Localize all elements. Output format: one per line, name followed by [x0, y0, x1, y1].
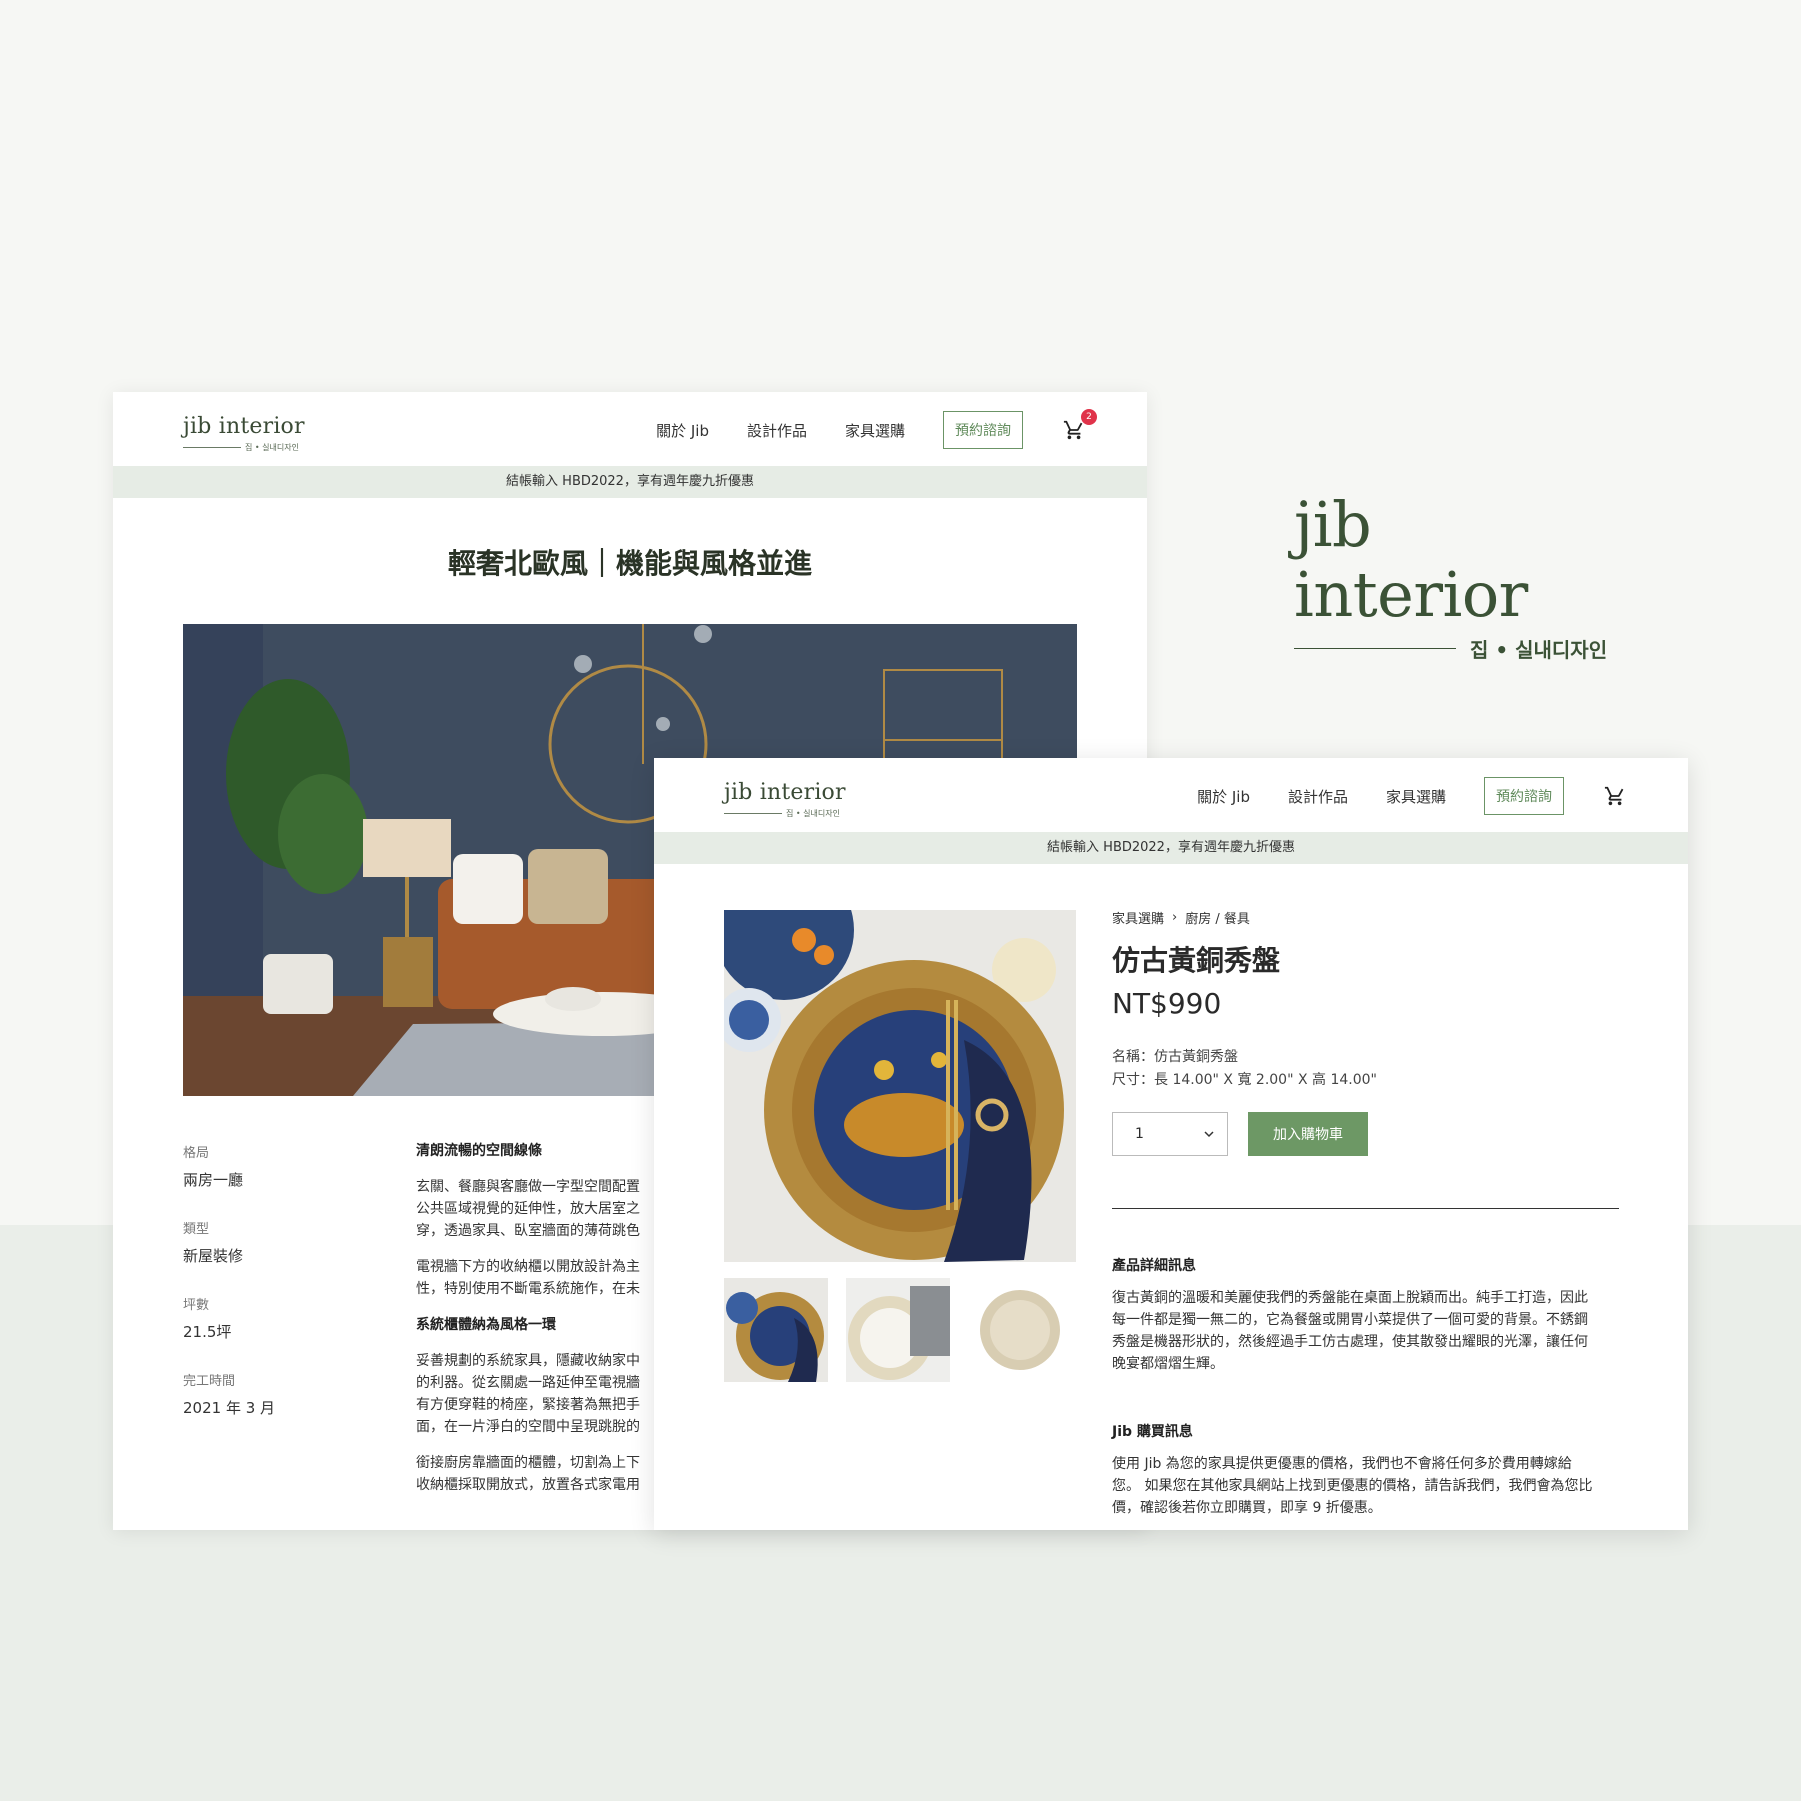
- main-nav: 關於 Jib 設計作品 家具選購 預約諮詢 2: [656, 409, 1097, 449]
- add-to-cart-button[interactable]: 加入購物車: [1248, 1112, 1368, 1156]
- thumbnail-image[interactable]: [968, 1278, 1072, 1382]
- nav-about-link[interactable]: 關於 Jib: [656, 420, 709, 441]
- cart-button[interactable]: [1604, 785, 1626, 807]
- logo-tagline: 집 • 실내디자인: [1294, 634, 1624, 663]
- product-detail-text: 復古黃銅的溫暖和美麗使我們的秀盤能在桌面上脫穎而出。純手工打造，因此 每一件都是…: [1112, 1290, 1588, 1372]
- product-name-line: 名稱：仿古黃銅秀盤: [1112, 1049, 1238, 1065]
- logo-wordmark: jib interior: [1294, 488, 1528, 631]
- cart-icon: [1604, 786, 1624, 806]
- site-logo[interactable]: jib interior 집 • 실내디자인: [183, 414, 305, 453]
- spec-item: 類型 新屋裝修: [183, 1218, 383, 1266]
- divider: [1112, 1208, 1619, 1209]
- thumbnail-image[interactable]: [846, 1278, 950, 1382]
- logo-wordmark: jib interior: [183, 414, 305, 439]
- thumbnail-image[interactable]: [724, 1278, 828, 1382]
- book-consultation-button[interactable]: 預約諮詢: [943, 411, 1023, 449]
- nav-about-link[interactable]: 關於 Jib: [1197, 786, 1250, 807]
- logo-tagline: 집 • 실내디자인: [724, 808, 846, 819]
- main-nav: 關於 Jib 設計作品 家具選購 預約諮詢: [1197, 777, 1626, 815]
- product-meta: 名稱：仿古黃銅秀盤 尺寸：長 14.00" X 寬 2.00" X 高 14.0…: [1112, 1046, 1619, 1092]
- product-thumbnails: [724, 1278, 1072, 1382]
- cart-count-badge: 2: [1081, 409, 1097, 425]
- quantity-select[interactable]: 1: [1112, 1112, 1228, 1156]
- cart-button[interactable]: 2: [1063, 409, 1097, 441]
- spec-value: 21.5坪: [183, 1323, 232, 1341]
- product-info: 家具選購 › 廚房 / 餐具 仿古黃銅秀盤 NT$990 名稱：仿古黃銅秀盤 尺…: [1112, 908, 1619, 1519]
- product-main-image: [724, 910, 1076, 1262]
- spec-value: 兩房一廳: [183, 1171, 244, 1189]
- nav-works-link[interactable]: 設計作品: [1288, 786, 1348, 807]
- product-title: 仿古黃銅秀盤: [1112, 944, 1281, 977]
- breadcrumb: 家具選購 › 廚房 / 餐具: [1112, 908, 1619, 927]
- nav-furniture-link[interactable]: 家具選購: [1386, 786, 1446, 807]
- spec-label: 格局: [183, 1146, 210, 1161]
- spec-item: 坪數 21.5坪: [183, 1294, 383, 1342]
- logo-tagline: 집 • 실내디자인: [183, 442, 305, 453]
- spec-item: 格局 兩房一廳: [183, 1142, 383, 1190]
- article-title: 輕奢北歐風｜機能與風格並進: [447, 547, 812, 580]
- spec-label: 類型: [183, 1222, 210, 1237]
- product-size-line: 尺寸：長 14.00" X 寬 2.00" X 高 14.00": [1112, 1072, 1377, 1088]
- site-header: jib interior 집 • 실내디자인 關於 Jib 設計作品 家具選購 …: [113, 392, 1147, 466]
- spec-label: 完工時間: [183, 1374, 236, 1389]
- spec-value: 2021 年 3 月: [183, 1399, 276, 1417]
- nav-furniture-link[interactable]: 家具選購: [845, 420, 905, 441]
- spec-item: 完工時間 2021 年 3 月: [183, 1370, 383, 1418]
- site-logo[interactable]: jib interior 집 • 실내디자인: [724, 780, 846, 819]
- purchase-controls: 1 加入購物車: [1112, 1112, 1619, 1156]
- chevron-right-icon: ›: [1172, 910, 1178, 925]
- logo-wordmark: jib interior: [724, 780, 846, 805]
- spec-value: 新屋裝修: [183, 1247, 244, 1265]
- site-header: jib interior 집 • 실내디자인 關於 Jib 設計作品 家具選購 …: [654, 758, 1688, 832]
- purchase-info-heading: Jib 購買訊息: [1112, 1424, 1193, 1440]
- purchase-info-text: 使用 Jib 為您的家具提供更優惠的價格，我們也不會將任何多於費用轉嫁給 您。 …: [1112, 1456, 1593, 1516]
- chevron-down-icon: [1204, 1131, 1214, 1138]
- project-specs: 格局 兩房一廳 類型 新屋裝修 坪數 21.5坪 完工時間 2021 年 3 月: [183, 1142, 383, 1446]
- brand-logo-large: jib interior 집 • 실내디자인: [1294, 490, 1624, 663]
- product-page-window: jib interior 집 • 실내디자인 關於 Jib 設計作品 家具選購 …: [654, 758, 1688, 1530]
- quantity-value: 1: [1135, 1126, 1144, 1142]
- product-price: NT$990: [1112, 987, 1222, 1020]
- promo-banner: 結帳輸入 HBD2022，享有週年慶九折優惠: [654, 832, 1688, 864]
- spec-label: 坪數: [183, 1298, 210, 1313]
- breadcrumb-furniture[interactable]: 家具選購: [1112, 908, 1164, 927]
- book-consultation-button[interactable]: 預約諮詢: [1484, 777, 1564, 815]
- promo-banner: 結帳輸入 HBD2022，享有週年慶九折優惠: [113, 466, 1147, 498]
- cart-icon: [1063, 420, 1083, 440]
- breadcrumb-kitchen[interactable]: 廚房 / 餐具: [1185, 908, 1250, 927]
- nav-works-link[interactable]: 設計作品: [747, 420, 807, 441]
- product-detail-heading: 產品詳細訊息: [1112, 1258, 1196, 1274]
